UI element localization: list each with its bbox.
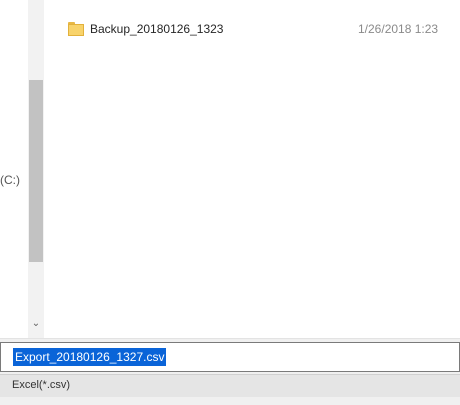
file-type-value: Excel(*.csv) [12,379,71,391]
save-as-type-select[interactable]: Excel(*.csv) [0,374,460,397]
save-file-dialog: (C:) ⌄ Backup_20180126_1323 1/26/2018 1:… [0,0,460,405]
nav-drive-label[interactable]: (C:) [0,174,20,186]
file-list: Backup_20180126_1323 1/26/2018 1:23 [60,0,460,338]
filename-field[interactable]: Export_20180126_1327.csv [0,342,460,372]
file-name: Backup_20180126_1323 [90,22,224,36]
filename-input-value[interactable]: Export_20180126_1327.csv [13,348,167,366]
file-browser-pane: (C:) ⌄ Backup_20180126_1323 1/26/2018 1:… [0,0,460,339]
scroll-down-icon[interactable]: ⌄ [28,314,44,332]
list-item[interactable]: Backup_20180126_1323 1/26/2018 1:23 [60,18,460,40]
nav-scrollbar-thumb[interactable] [29,80,43,262]
navigation-pane: (C:) ⌄ [0,0,44,338]
file-date: 1/26/2018 1:23 [358,22,439,36]
folder-icon [68,22,84,36]
